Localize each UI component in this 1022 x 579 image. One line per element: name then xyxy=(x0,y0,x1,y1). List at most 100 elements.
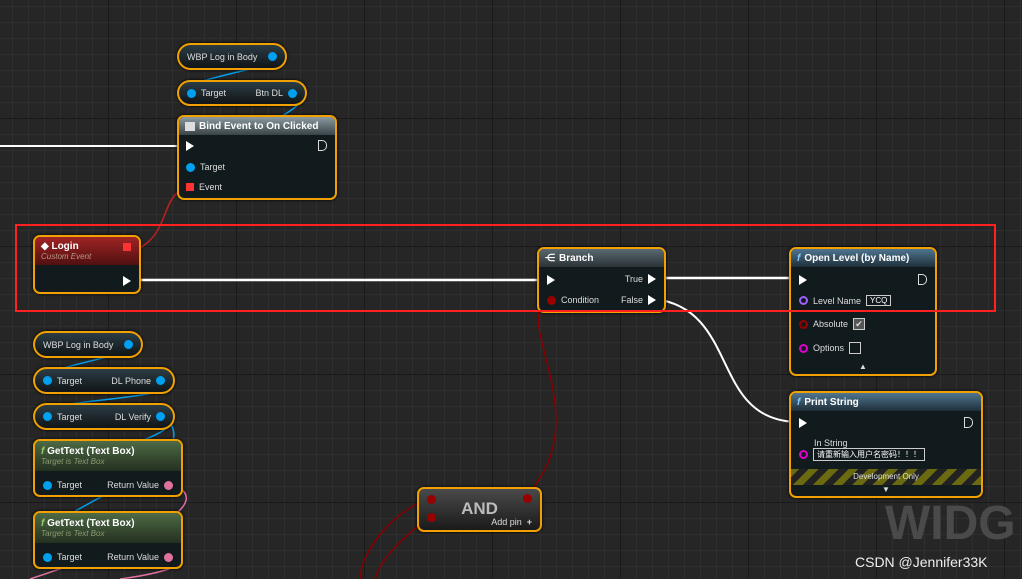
node-label: WBP Log in Body xyxy=(43,339,114,350)
return-value-label: Return Value xyxy=(107,480,159,490)
output-label: Btn DL xyxy=(255,88,283,98)
absolute-checkbox[interactable]: ✔ xyxy=(853,318,866,330)
branch-icon: ⋲ xyxy=(545,252,555,264)
exec-in-pin[interactable] xyxy=(799,275,807,285)
options-pin[interactable] xyxy=(799,343,808,353)
event-label: Event xyxy=(199,182,223,192)
absolute-label: Absolute xyxy=(813,319,849,329)
target-label: Target xyxy=(57,411,83,422)
node-header: Bind Event to On Clicked xyxy=(179,117,335,135)
target-label: Target xyxy=(57,480,83,490)
dl-verify-getter-node[interactable]: Target DL Verify xyxy=(33,403,175,430)
development-only-label: Development Only xyxy=(853,472,919,481)
node-title: Branch xyxy=(559,252,594,264)
return-value-pin[interactable] xyxy=(164,552,173,562)
output-pin[interactable] xyxy=(156,376,165,385)
target-label: Target xyxy=(57,552,83,562)
node-title: GetText (Text Box) xyxy=(47,518,135,529)
event-pin[interactable] xyxy=(186,183,194,191)
wbp-log-in-body-node-bottom[interactable]: WBP Log in Body xyxy=(33,331,143,358)
target-label: Target xyxy=(200,162,226,172)
expand-arrow-icon[interactable]: ▼ xyxy=(882,485,890,494)
exec-out-pin[interactable] xyxy=(123,276,131,286)
event-bind-icon xyxy=(185,121,195,131)
node-header: ◆ Login Custom Event xyxy=(35,237,139,265)
node-header: f Print String xyxy=(791,393,981,411)
node-subtitle: Target is Text Box xyxy=(41,457,105,466)
node-title: Bind Event to On Clicked xyxy=(199,120,319,132)
title-row: f GetText (Text Box) xyxy=(41,446,135,457)
target-pin[interactable] xyxy=(43,480,52,490)
output-label: DL Verify xyxy=(114,411,151,422)
object-pin[interactable] xyxy=(124,340,133,349)
in-string-pin[interactable] xyxy=(799,450,808,459)
false-exec-pin[interactable] xyxy=(648,295,656,305)
node-header: f Open Level (by Name) xyxy=(791,249,935,267)
target-pin[interactable] xyxy=(187,88,196,98)
node-title: AND xyxy=(461,499,498,518)
level-name-input[interactable]: YCQ xyxy=(866,295,892,306)
target-pin[interactable] xyxy=(186,162,195,172)
exec-out-pin[interactable] xyxy=(964,417,973,428)
open-level-node[interactable]: f Open Level (by Name) Level Name YCQ Abso… xyxy=(789,247,937,376)
absolute-pin[interactable] xyxy=(799,319,808,329)
target-label: Target xyxy=(57,375,83,386)
options-label: Options xyxy=(813,343,845,353)
exec-in-pin[interactable] xyxy=(799,418,807,428)
return-value-pin[interactable] xyxy=(164,480,173,490)
target-pin[interactable] xyxy=(43,412,52,421)
wbp-log-in-body-node-top[interactable]: WBP Log in Body xyxy=(177,43,287,70)
condition-pin[interactable] xyxy=(547,295,556,305)
return-value-label: Return Value xyxy=(107,552,159,562)
function-icon: f xyxy=(797,252,801,264)
node-title: GetText (Text Box) xyxy=(47,446,135,457)
level-name-label: Level Name xyxy=(813,295,862,306)
level-name-pin[interactable] xyxy=(799,296,808,305)
node-header: f GetText (Text Box) Target is Text Box xyxy=(35,441,181,471)
btn-dl-getter-node[interactable]: Target Btn DL xyxy=(177,80,307,106)
and-node[interactable]: AND Add pin + xyxy=(417,487,542,532)
function-icon: f xyxy=(797,396,801,408)
target-label: Target xyxy=(201,88,227,98)
collapse-arrow-icon[interactable]: ▲ xyxy=(859,362,867,371)
output-pin[interactable] xyxy=(523,494,532,503)
true-label: True xyxy=(624,274,643,284)
plus-icon[interactable]: + xyxy=(527,517,532,527)
login-custom-event-node[interactable]: ◆ Login Custom Event xyxy=(33,235,141,294)
false-label: False xyxy=(620,295,643,305)
exec-in-pin[interactable] xyxy=(547,275,555,285)
exec-out-pin[interactable] xyxy=(918,274,927,285)
dl-phone-getter-node[interactable]: Target DL Phone xyxy=(33,367,175,394)
delegate-pin[interactable] xyxy=(123,243,131,251)
output-pin[interactable] xyxy=(156,412,165,421)
target-pin[interactable] xyxy=(43,376,52,385)
input-b-pin[interactable] xyxy=(427,513,436,522)
get-text-node-1[interactable]: f GetText (Text Box) Target is Text Box T… xyxy=(33,439,183,497)
get-text-node-2[interactable]: f GetText (Text Box) Target is Text Box T… xyxy=(33,511,183,569)
add-pin-label[interactable]: Add pin xyxy=(491,517,522,527)
node-label: WBP Log in Body xyxy=(187,51,258,62)
development-only-banner: Development Only xyxy=(791,469,981,485)
true-exec-pin[interactable] xyxy=(648,274,656,284)
widget-watermark: WIDG xyxy=(885,497,1016,550)
input-a-pin[interactable] xyxy=(427,495,436,504)
target-pin[interactable] xyxy=(43,552,52,562)
exec-out-pin[interactable] xyxy=(318,140,327,151)
in-string-input[interactable]: 请重新输入用户名密码！！！ xyxy=(813,448,925,461)
title-row: ◆ Login xyxy=(41,241,79,252)
print-string-node[interactable]: f Print String In String 请重新输入用户名密码！！！ De… xyxy=(789,391,983,498)
credit-text: CSDN @Jennifer33K xyxy=(855,554,988,570)
node-title: Open Level (by Name) xyxy=(804,252,910,264)
title-row: f GetText (Text Box) xyxy=(41,518,135,529)
in-string-label: In String xyxy=(814,438,848,448)
output-pin[interactable] xyxy=(288,88,297,98)
bind-event-node[interactable]: Bind Event to On Clicked Target Event xyxy=(177,115,337,200)
output-label: DL Phone xyxy=(111,375,151,386)
event-icon: ◆ xyxy=(41,241,52,252)
node-subtitle: Custom Event xyxy=(41,252,92,261)
object-pin[interactable] xyxy=(268,52,277,61)
branch-node[interactable]: ⋲ Branch True Condition False xyxy=(537,247,666,313)
options-checkbox[interactable] xyxy=(849,342,862,354)
node-title: Login xyxy=(51,241,79,252)
exec-in-pin[interactable] xyxy=(186,141,194,151)
